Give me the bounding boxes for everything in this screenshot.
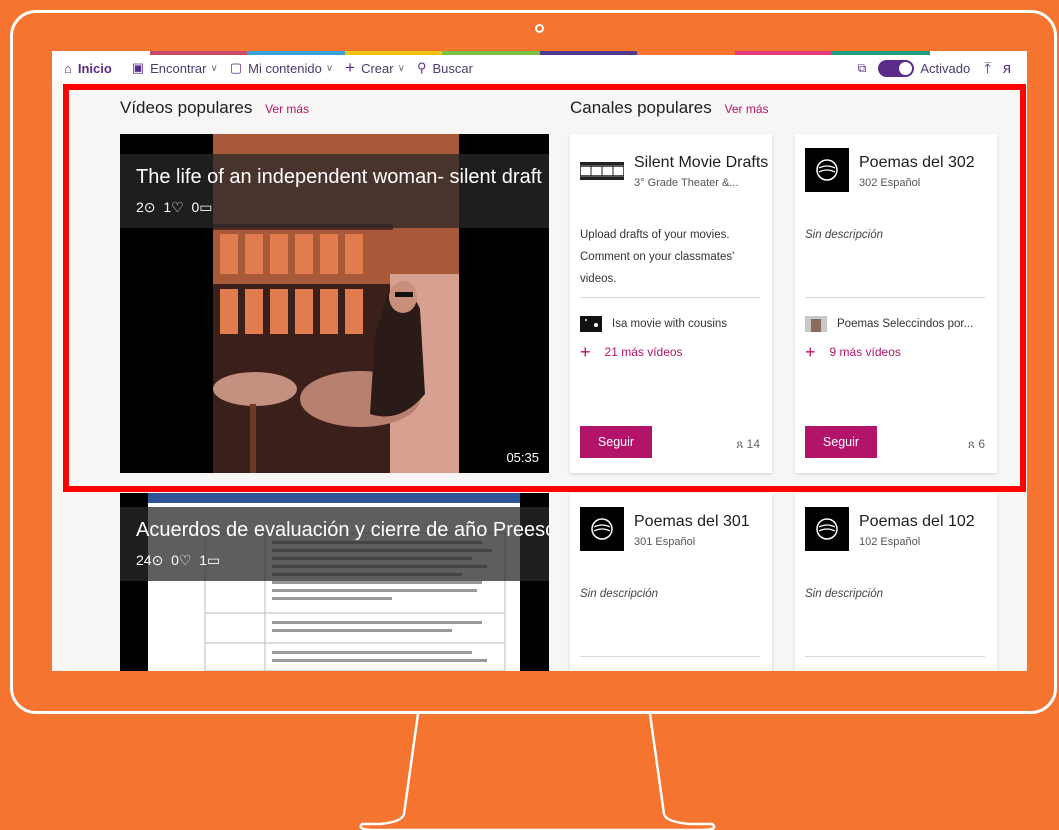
channel-card[interactable]: Poemas del 102 102 Español Sin descripci… xyxy=(795,493,997,671)
channel-card[interactable]: Poemas del 301 301 Español Sin descripci… xyxy=(570,493,772,671)
highlight-box xyxy=(63,84,1026,492)
channel-thumbnail xyxy=(805,507,849,551)
channel-name[interactable]: Poemas del 301 xyxy=(634,513,750,531)
preview-icon[interactable]: ⧉ xyxy=(858,61,867,76)
channel-description: Sin descripción xyxy=(805,588,883,600)
chevron-down-icon: ∨ xyxy=(397,62,405,74)
divider xyxy=(580,656,760,657)
views-icon: ⊙ xyxy=(151,552,164,568)
upload-icon[interactable]: ⤒ xyxy=(984,60,991,77)
heart-icon: ♡ xyxy=(178,552,192,568)
nav-search-label: Buscar xyxy=(432,60,473,76)
channel-subtitle: 102 Español xyxy=(859,536,921,548)
nav-search[interactable]: ⚲ Buscar xyxy=(417,60,473,76)
my-content-icon: ▢ xyxy=(229,60,243,75)
video-title[interactable]: Acuerdos de evaluación y cierre de año P… xyxy=(136,519,549,542)
user-icon[interactable]: ᴙ xyxy=(1003,60,1011,77)
nav-create-label: Crear xyxy=(361,60,394,76)
nav-home[interactable]: ⌂ Inicio xyxy=(64,61,112,76)
nav-find[interactable]: ▣ Encontrar ∨ xyxy=(132,60,218,76)
chevron-down-icon: ∨ xyxy=(210,62,218,74)
views-count: 24 xyxy=(136,552,152,568)
nav-my-content[interactable]: ▢ Mi contenido ∨ xyxy=(230,60,333,76)
search-icon: ⚲ xyxy=(416,60,427,75)
camera-dot xyxy=(535,24,544,33)
plus-icon: + xyxy=(345,58,356,77)
channel-subtitle: 301 Español xyxy=(634,536,696,548)
channel-thumbnail xyxy=(580,507,624,551)
right-tools: ⧉ Activado ⤒ ᴙ xyxy=(852,59,1017,77)
comments-count: 1 xyxy=(199,552,208,568)
home-icon: ⌂ xyxy=(64,60,72,76)
video-card[interactable]: Acuerdos de evaluación y cierre de año P… xyxy=(120,493,549,671)
activated-toggle[interactable] xyxy=(878,59,915,77)
chevron-down-icon: ∨ xyxy=(325,62,334,74)
comment-icon: ▭ xyxy=(207,552,221,568)
nav-create[interactable]: + Crear ∨ xyxy=(345,58,405,78)
toggle-label: Activado xyxy=(920,60,971,76)
divider xyxy=(805,656,985,657)
nav-my-content-label: Mi contenido xyxy=(248,60,322,76)
nav-home-label: Inicio xyxy=(77,60,112,76)
top-navigation-bar: ⌂ Inicio ▣ Encontrar ∨ ▢ Mi contenido ∨ … xyxy=(52,55,1027,81)
video-caption: Acuerdos de evaluación y cierre de año P… xyxy=(120,507,549,581)
video-stats: 24⊙ 0♡ 1▭ xyxy=(136,552,549,569)
likes-count: 0 xyxy=(171,552,179,568)
monitor-stand xyxy=(359,714,716,830)
find-icon: ▣ xyxy=(131,60,145,75)
channel-name[interactable]: Poemas del 102 xyxy=(859,513,975,531)
nav-find-label: Encontrar xyxy=(150,60,207,76)
channel-description: Sin descripción xyxy=(580,588,658,600)
